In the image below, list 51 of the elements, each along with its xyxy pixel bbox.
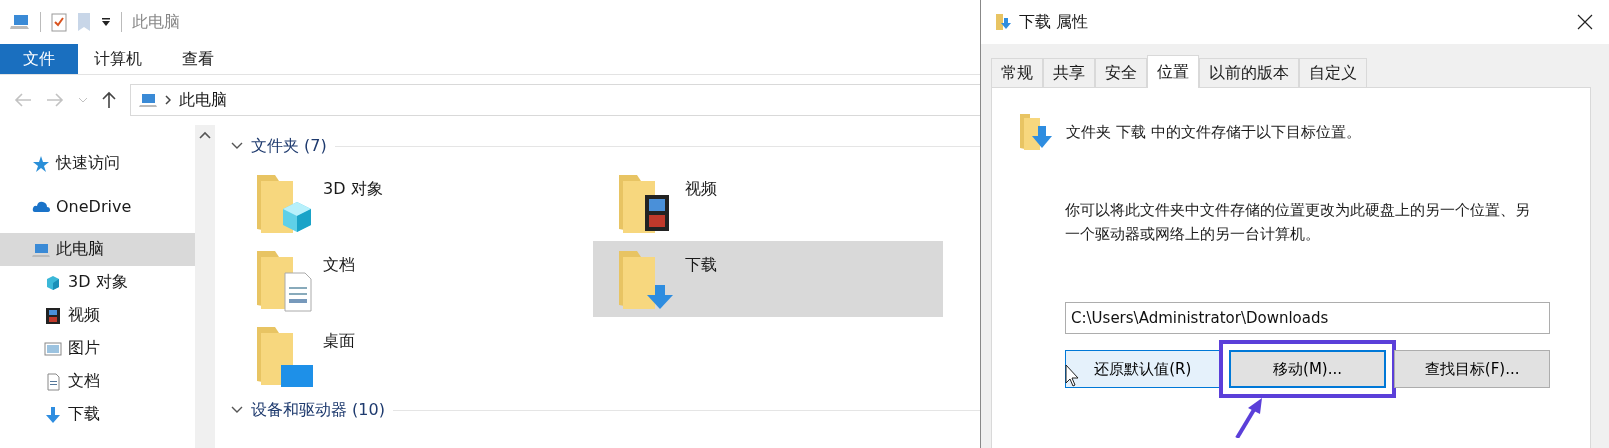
path-field[interactable]: C:\Users\Administrator\Downloads <box>1065 302 1550 334</box>
description-text: 你可以将此文件夹中文件存储的位置更改为此硬盘上的另一个位置、另一个驱动器或网络上的另一台计算机。 <box>1065 200 1531 245</box>
group-title: 设备和驱动器 (10) <box>251 399 385 421</box>
dialog-button[interactable]: 还原默认值(R) <box>1065 350 1221 388</box>
folder-tile[interactable]: 3D 对象 <box>231 165 593 241</box>
annotation-arrow <box>1235 398 1265 438</box>
sidebar-item[interactable]: 快速访问 <box>0 147 195 180</box>
close-icon[interactable] <box>1577 14 1593 30</box>
sidebar-item[interactable]: 下载 <box>0 398 195 431</box>
dialog-title: 下载 属性 <box>1019 11 1090 33</box>
dialog-button[interactable]: 查找目标(F)... <box>1394 350 1550 388</box>
computer-icon[interactable] <box>10 13 30 31</box>
folder-tile[interactable]: 视频 <box>593 165 943 241</box>
ribbon-tab[interactable]: 查看 <box>158 44 238 74</box>
ribbon-tab[interactable]: 文件 <box>0 44 78 74</box>
scroll-up-icon[interactable] <box>199 131 211 139</box>
dialog-tab[interactable]: 以前的版本 <box>1199 58 1299 87</box>
down-arrow-icon <box>44 405 62 424</box>
sidebar-item[interactable]: 3D 对象 <box>0 266 195 299</box>
folder-tile[interactable]: 下载 <box>593 241 943 317</box>
image-icon <box>44 339 62 358</box>
sidebar-item[interactable]: 图片 <box>0 332 195 365</box>
dialog-tab[interactable]: 自定义 <box>1299 58 1367 87</box>
computer-icon <box>139 91 157 109</box>
window-title: 此电脑 <box>132 11 180 33</box>
ribbon-tab[interactable]: 计算机 <box>78 44 158 74</box>
sidebar-item[interactable]: 文档 <box>0 365 195 398</box>
sidebar-item[interactable]: OneDrive <box>0 190 195 223</box>
sidebar-item[interactable]: 视频 <box>0 299 195 332</box>
address-text: 此电脑 <box>179 89 227 111</box>
folder-tile[interactable]: 文档 <box>231 241 593 317</box>
dialog-tab[interactable]: 常规 <box>991 58 1043 87</box>
folder-tile[interactable]: 桌面 <box>231 317 593 393</box>
sidebar-item[interactable]: 此电脑 <box>0 233 195 266</box>
document-icon <box>44 372 62 391</box>
dialog-tab[interactable]: 共享 <box>1043 58 1095 87</box>
chevron-down-icon[interactable] <box>231 142 243 150</box>
group-title: 文件夹 (7) <box>251 135 327 157</box>
chevron-down-icon[interactable] <box>231 406 243 414</box>
location-heading: 文件夹 下载 中的文件存储于以下目标位置。 <box>1066 122 1361 142</box>
dropdown-icon[interactable] <box>101 17 111 27</box>
cursor-icon <box>1065 364 1081 388</box>
up-icon[interactable] <box>102 91 116 109</box>
film-icon <box>44 306 62 325</box>
cube-icon <box>44 273 62 292</box>
chevron-right-icon <box>165 95 171 105</box>
dialog-tab[interactable]: 安全 <box>1095 58 1147 87</box>
dialog-tab[interactable]: 位置 <box>1147 55 1199 88</box>
star-icon <box>32 154 50 173</box>
checklist-icon[interactable] <box>51 12 67 32</box>
address-bar[interactable]: 此电脑 <box>130 84 980 116</box>
